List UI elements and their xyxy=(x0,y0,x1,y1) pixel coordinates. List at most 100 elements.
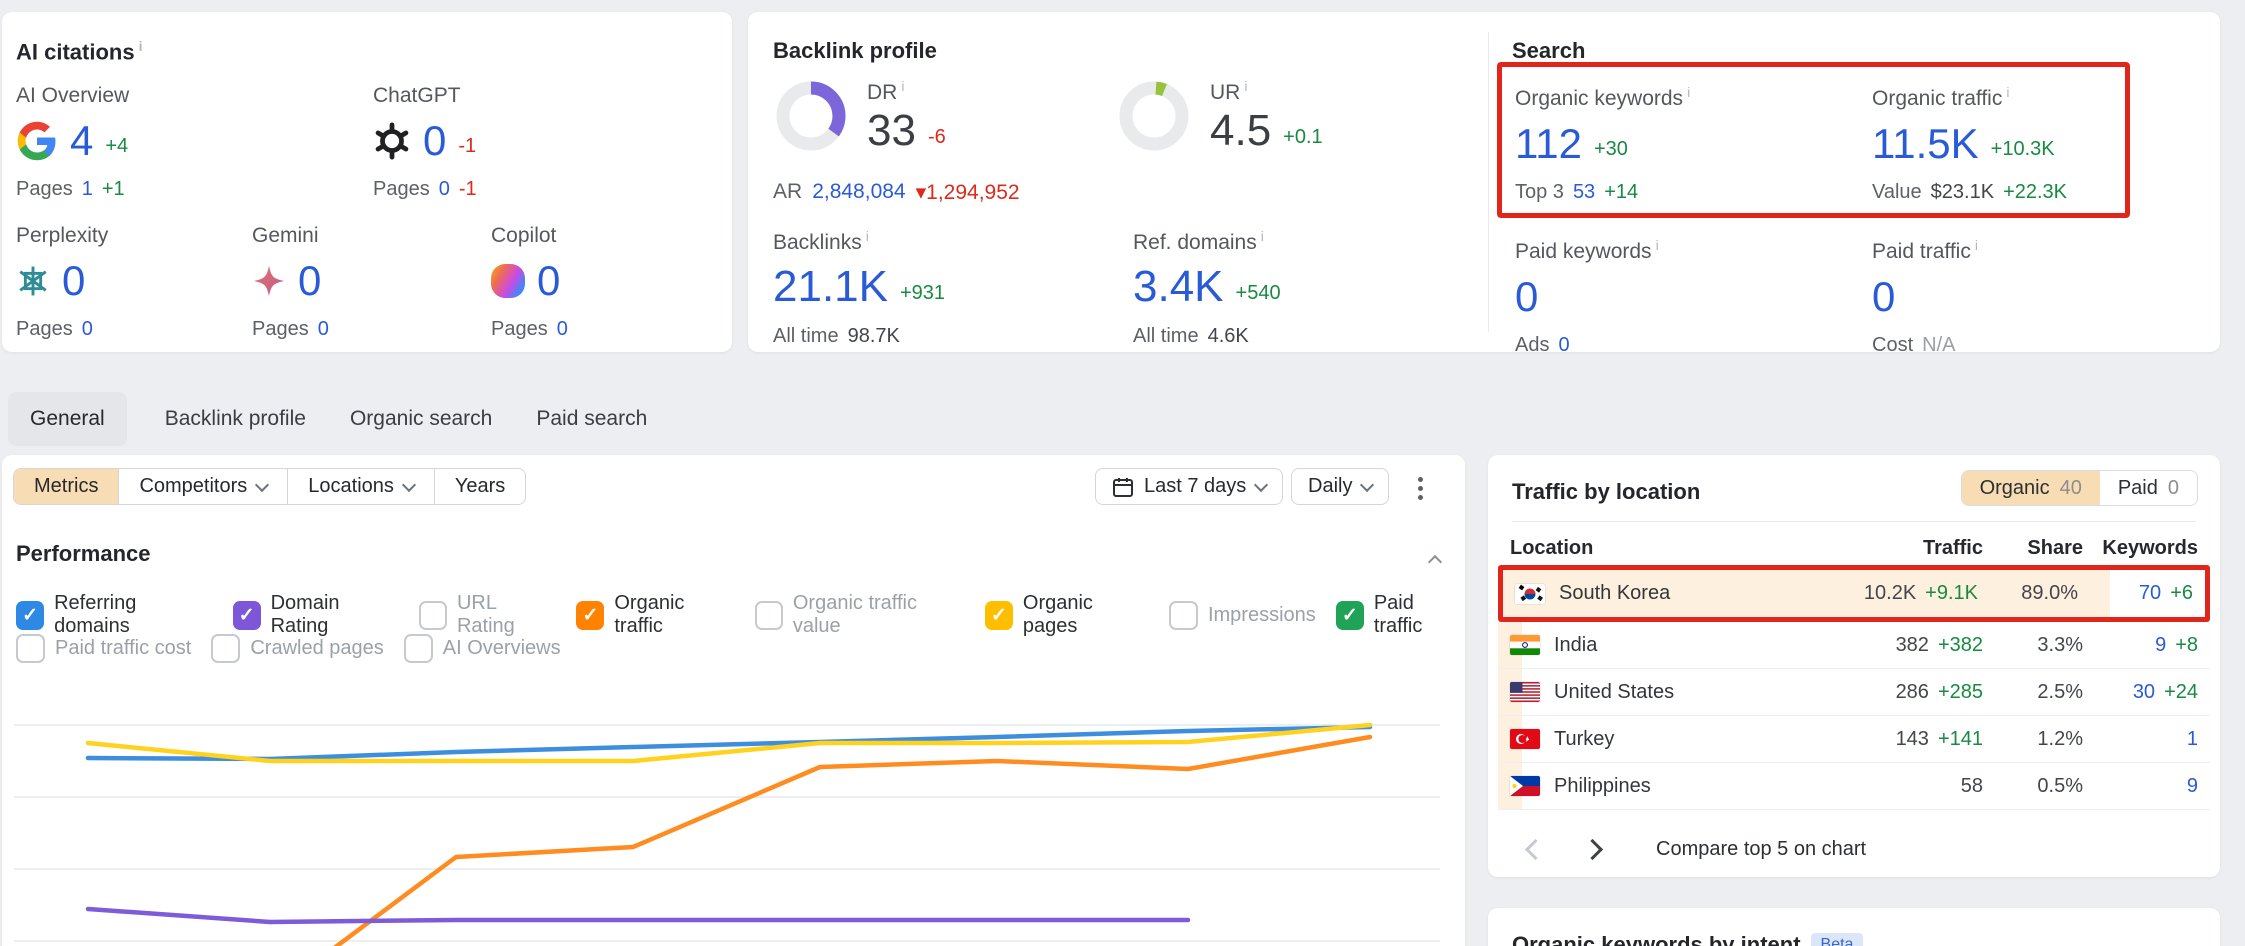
panel-title: Traffic by location xyxy=(1512,479,1700,505)
backlink-search-panel: Backlink profile DR 33 -6 UR 4.5 +0.1 xyxy=(748,12,2220,352)
ref-domains-value[interactable]: 3.4K xyxy=(1133,265,1224,309)
metric-value[interactable]: 0 xyxy=(62,260,85,302)
organic-traffic-value[interactable]: 11.5K xyxy=(1872,123,1979,165)
checkbox-impressions[interactable]: Impressions xyxy=(1169,601,1316,630)
keywords-delta: +8 xyxy=(2175,634,2198,657)
sub-value[interactable]: 0 xyxy=(318,318,329,341)
ar-row: AR 2,848,084 ▾1,294,952 xyxy=(773,180,1020,205)
date-range-button[interactable]: Last 7 days xyxy=(1095,468,1283,505)
years-filter-button[interactable]: Years xyxy=(435,469,525,504)
table-row-turkey[interactable]: Turkey 143+141 1.2% 1 xyxy=(1498,716,2210,763)
metric-value[interactable]: 0 xyxy=(423,120,446,162)
competitors-filter-button[interactable]: Competitors xyxy=(119,469,288,504)
toggle-organic[interactable]: Organic40 xyxy=(1962,471,2100,505)
checkbox-unchecked-icon xyxy=(16,634,45,663)
alltime-label: All time xyxy=(773,325,839,348)
keywords-value[interactable]: 30 xyxy=(2133,681,2155,704)
flag-in-icon xyxy=(1510,635,1540,655)
tab-general[interactable]: General xyxy=(8,392,127,446)
sub-delta: +14 xyxy=(1604,181,1638,204)
perplexity-icon xyxy=(16,264,50,298)
sub-label: Top 3 xyxy=(1515,181,1564,204)
chevron-down-icon xyxy=(1254,477,1268,491)
keywords-value[interactable]: 9 xyxy=(2155,634,2166,657)
sub-delta: +22.3K xyxy=(2003,181,2067,204)
granularity-button[interactable]: Daily xyxy=(1291,468,1389,505)
organic-keywords-block: Organic keywords 112 +30 Top 353+14 xyxy=(1515,84,1690,204)
metric-delta: -1 xyxy=(458,135,476,162)
checkbox-organic-pages[interactable]: ✓Organic pages xyxy=(985,592,1149,638)
google-icon xyxy=(16,120,58,162)
metric-value[interactable]: 0 xyxy=(537,260,560,302)
page: AI citations AI Overview 4 +4 Pages1+1 C… xyxy=(0,0,2245,946)
sub-label: Ads xyxy=(1515,334,1549,357)
checkbox-paid-traffic[interactable]: ✓Paid traffic xyxy=(1336,592,1465,638)
next-page-icon[interactable] xyxy=(1582,839,1603,860)
table-row-united-states[interactable]: United States 286+285 2.5% 30+24 xyxy=(1498,669,2210,716)
sub-value[interactable]: 0 xyxy=(82,318,93,341)
dr-donut-chart xyxy=(773,78,849,154)
paid-keywords-value[interactable]: 0 xyxy=(1515,276,1538,318)
traffic-delta: +285 xyxy=(1938,681,1983,704)
metric-label: Perplexity xyxy=(16,224,108,248)
performance-chart[interactable] xyxy=(2,660,1465,946)
share-value: 1.2% xyxy=(1983,728,2083,751)
ur-label: UR xyxy=(1210,78,1323,105)
checkbox-ai-overviews[interactable]: AI Overviews xyxy=(404,634,561,663)
sub-value[interactable]: 53 xyxy=(1573,181,1595,204)
checkbox-paid-traffic-cost[interactable]: Paid traffic cost xyxy=(16,634,191,663)
sub-value[interactable]: 0 xyxy=(557,318,568,341)
table-row-south-korea[interactable]: South Korea 10.2K+9.1K 89.0% 70+6 xyxy=(1498,565,2210,622)
compare-top5-link[interactable]: Compare top 5 on chart xyxy=(1656,838,1866,861)
panel-title: Backlink profile xyxy=(773,38,937,64)
traffic-delta: +382 xyxy=(1938,634,1983,657)
backlinks-value[interactable]: 21.1K xyxy=(773,265,888,309)
metric-gemini: Gemini 0 Pages0 xyxy=(252,224,329,341)
ar-value[interactable]: 2,848,084 xyxy=(812,180,905,205)
alltime-label: All time xyxy=(1133,325,1199,348)
checkbox-checked-icon: ✓ xyxy=(16,601,44,630)
tab-backlink-profile[interactable]: Backlink profile xyxy=(159,392,312,446)
ur-block: UR 4.5 +0.1 xyxy=(1116,78,1323,154)
share-value: 0.5% xyxy=(1983,775,2083,798)
traffic-value: 382 xyxy=(1896,634,1929,657)
sub-value[interactable]: 0 xyxy=(439,178,450,201)
toggle-paid[interactable]: Paid0 xyxy=(2100,471,2197,505)
keywords-value[interactable]: 1 xyxy=(2187,728,2198,751)
checkbox-referring-domains[interactable]: ✓Referring domains xyxy=(16,592,213,638)
sub-value[interactable]: 0 xyxy=(1558,334,1569,357)
sub-delta: +1 xyxy=(102,178,125,201)
metric-value[interactable]: 4 xyxy=(70,120,93,162)
table-row-india[interactable]: India 382+382 3.3% 9+8 xyxy=(1498,622,2210,669)
keywords-value[interactable]: 70 xyxy=(2139,582,2161,605)
checkbox-organic-traffic-value[interactable]: Organic traffic value xyxy=(755,592,965,638)
metric-value[interactable]: 0 xyxy=(298,260,321,302)
previous-page-icon[interactable] xyxy=(1525,839,1546,860)
checkbox-url-rating[interactable]: URL Rating xyxy=(419,592,557,638)
paid-traffic-value[interactable]: 0 xyxy=(1872,276,1895,318)
dr-delta: -6 xyxy=(928,126,946,153)
more-options-button[interactable] xyxy=(1412,471,1429,506)
checkbox-crawled-pages[interactable]: Crawled pages xyxy=(211,634,383,663)
keywords-value[interactable]: 9 xyxy=(2187,775,2198,798)
sub-label: Pages xyxy=(16,318,73,341)
tab-organic-search[interactable]: Organic search xyxy=(344,392,498,446)
checkbox-organic-traffic[interactable]: ✓Organic traffic xyxy=(576,592,734,638)
sub-value: $23.1K xyxy=(1931,181,1994,204)
traffic-delta: +141 xyxy=(1938,728,1983,751)
organic-keywords-value[interactable]: 112 xyxy=(1515,123,1582,165)
panel-title: AI citations xyxy=(16,38,142,65)
collapse-section-icon[interactable] xyxy=(1428,555,1442,569)
ref-domains-delta: +540 xyxy=(1236,282,1281,309)
ar-label: AR xyxy=(773,180,802,205)
flag-us-icon xyxy=(1510,682,1540,702)
metric-copilot: Copilot 0 Pages0 xyxy=(491,224,568,341)
sub-value[interactable]: 1 xyxy=(82,178,93,201)
metrics-filter-button[interactable]: Metrics xyxy=(14,469,119,504)
alltime-value: 4.6K xyxy=(1208,325,1249,348)
checkbox-domain-rating[interactable]: ✓Domain Rating xyxy=(233,592,399,638)
table-row-philippines[interactable]: Philippines 58 0.5% 9 xyxy=(1498,763,2210,810)
metric-label: ChatGPT xyxy=(373,84,477,108)
tab-paid-search[interactable]: Paid search xyxy=(530,392,653,446)
locations-filter-button[interactable]: Locations xyxy=(288,469,435,504)
